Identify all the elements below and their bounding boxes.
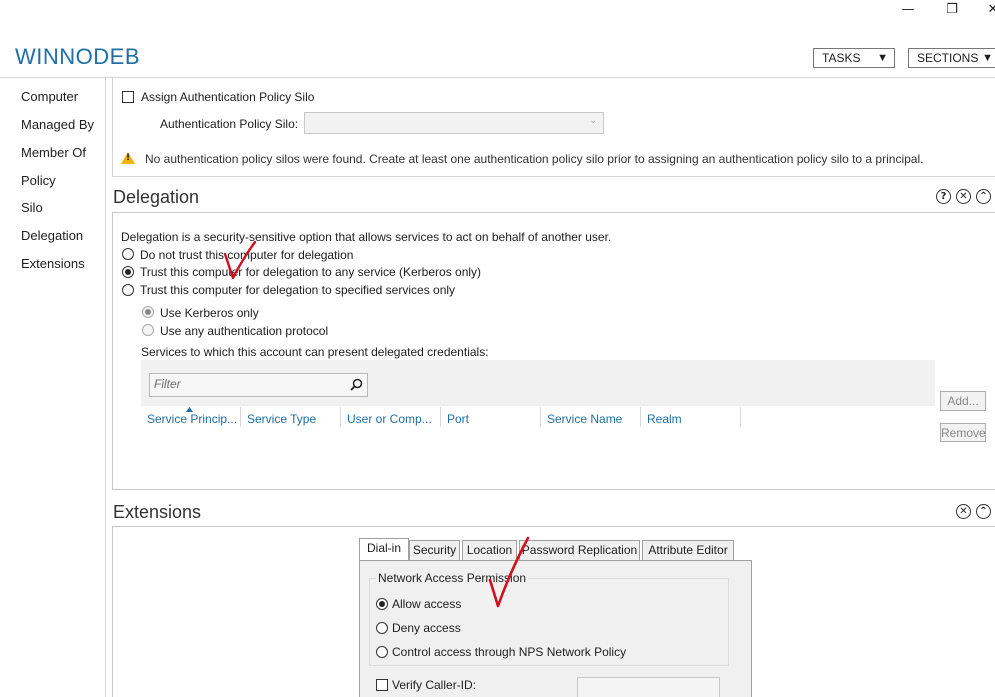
header-divider [0,77,995,78]
assign-silo-checkbox[interactable] [122,91,134,103]
any-protocol-label: Use any authentication protocol [160,324,329,338]
page-title: WINNODEB [15,44,140,69]
warning-triangle-icon: ! [121,152,135,164]
kerberos-only-radio[interactable] [142,306,154,318]
column-separator [540,407,541,427]
sidebar-item-extensions[interactable]: Extensions [21,256,85,271]
tab-dial-in[interactable]: Dial-in [359,538,409,560]
sidebar-item-delegation[interactable]: Delegation [21,228,83,243]
verify-caller-id-checkbox[interactable] [376,679,388,691]
sections-button[interactable]: SECTIONS ▼ [908,48,995,68]
checkmark-annotation-icon [223,240,257,280]
chevron-down-icon: ▼ [982,52,993,64]
minimize-button[interactable]: — [893,2,923,17]
column-separator [640,407,641,427]
delegation-option-label: Trust this computer for delegation to an… [140,265,482,279]
chevron-down-icon: ⌄ [589,116,597,126]
chevron-down-icon: ▼ [877,52,888,64]
close-window-button[interactable]: ✕ [978,2,995,17]
policy-silo-label: Authentication Policy Silo: [160,117,299,131]
close-section-icon[interactable]: ✕ [956,504,971,519]
help-icon[interactable]: ? [936,189,951,204]
verify-caller-id-label: Verify Caller-ID: [392,678,477,692]
tab-password-replication[interactable]: Password Replication [519,540,640,560]
tab-security[interactable]: Security [409,540,460,560]
delegation-description: Delegation is a security-sensitive optio… [121,230,612,244]
column-separator [740,407,741,427]
sections-label: SECTIONS [917,51,979,65]
column-header[interactable]: User or Comp... [347,412,432,426]
sidebar-item-computer[interactable]: Computer [21,89,78,104]
sidebar-item-policy[interactable]: Policy [21,173,56,188]
extensions-section-title: Extensions [113,502,202,522]
sidebar-item-silo[interactable]: Silo [21,200,43,215]
restore-button[interactable]: ❐ [937,2,967,17]
deny-access-radio[interactable] [376,622,388,634]
allow-access-label: Allow access [392,597,462,611]
restore-icon: ❐ [946,2,958,17]
sidebar: Computer Managed By Member Of Policy Sil… [0,78,106,697]
silo-bottom-border [112,176,995,177]
checkmark-annotation-icon [488,536,530,608]
delegation-option-label: Trust this computer for delegation to sp… [140,283,456,297]
allow-access-radio[interactable] [376,598,388,610]
nps-policy-label: Control access through NPS Network Polic… [392,645,627,659]
collapse-icon[interactable]: ⌃ [976,189,991,204]
tab-attribute-editor[interactable]: Attribute Editor [642,540,734,560]
delegation-section-title: Delegation [113,187,200,207]
minimize-icon: — [901,2,915,17]
column-header[interactable]: Service Name [547,412,622,426]
tasks-button[interactable]: TASKS ▼ [813,48,895,68]
silo-warning-text: No authentication policy silos were foun… [145,152,924,166]
collapse-icon[interactable]: ⌃ [976,504,991,519]
delegation-radio-specified[interactable] [122,284,134,296]
delegation-radio-none[interactable] [122,248,134,260]
column-header[interactable]: Port [447,412,469,426]
search-icon [350,378,363,391]
close-icon: ✕ [987,2,995,17]
column-separator [340,407,341,427]
silo-section-border [112,78,113,176]
column-header[interactable]: Service Type [247,412,316,426]
close-section-icon[interactable]: ✕ [956,189,971,204]
kerberos-only-label: Use Kerberos only [160,306,259,320]
column-separator [440,407,441,427]
assign-silo-label: Assign Authentication Policy Silo [141,90,315,104]
filter-input[interactable]: Filter [149,373,368,397]
column-header[interactable]: Service Princip... [147,412,237,426]
filter-placeholder: Filter [154,377,181,391]
column-separator [240,407,241,427]
add-service-button[interactable]: Add... [940,391,986,411]
tasks-label: TASKS [822,51,861,65]
nps-policy-radio[interactable] [376,646,388,658]
column-header[interactable]: Realm [647,412,682,426]
sidebar-item-managed-by[interactable]: Managed By [21,117,94,132]
remove-service-button[interactable]: Remove [940,423,986,442]
policy-silo-select[interactable]: ⌄ [304,112,604,134]
services-label: Services to which this account can prese… [141,345,489,359]
deny-access-label: Deny access [392,621,461,635]
caller-id-input[interactable] [577,677,720,697]
any-protocol-radio[interactable] [142,324,154,336]
delegation-radio-any-service[interactable] [122,266,134,278]
sidebar-item-member-of[interactable]: Member Of [21,145,86,160]
